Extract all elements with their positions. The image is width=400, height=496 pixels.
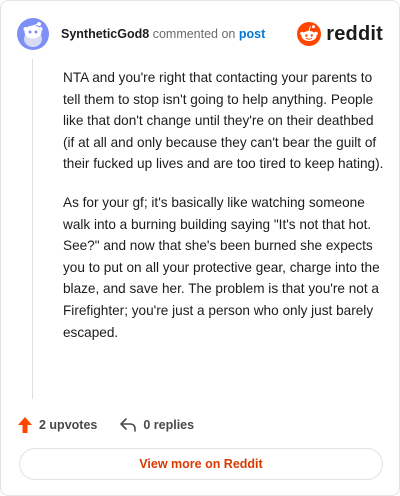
reddit-snoo-icon	[297, 22, 322, 46]
view-more-on-reddit-button[interactable]: View more on Reddit	[19, 448, 383, 480]
comment-body: NTA and you're right that contacting you…	[63, 67, 385, 360]
reddit-wordmark: reddit	[326, 22, 383, 45]
reply-arrow-icon	[120, 418, 137, 432]
comment-embed-card: SyntheticGod8 commented on post reddit N…	[0, 0, 400, 496]
replies-count: 0 replies	[143, 418, 195, 432]
comment-header: SyntheticGod8 commented on post reddit	[17, 18, 383, 50]
comment-byline: SyntheticGod8 commented on post	[61, 27, 265, 41]
author-name[interactable]: SyntheticGod8	[61, 27, 149, 41]
comment-paragraph: As for your gf; it's basically like watc…	[63, 194, 380, 340]
post-link[interactable]: post	[239, 27, 265, 41]
reddit-logo[interactable]: reddit	[297, 21, 383, 47]
comment-paragraph: NTA and you're right that contacting you…	[63, 70, 384, 172]
upvotes-count: 2 upvotes	[39, 418, 98, 432]
comment-footer: 2 upvotes 0 replies	[17, 414, 216, 436]
replies-button[interactable]: 0 replies	[119, 417, 194, 433]
upvotes-button[interactable]: 2 upvotes	[17, 416, 97, 434]
avatar-icon[interactable]	[17, 18, 49, 50]
commented-on-text: commented on	[152, 27, 236, 41]
upvote-arrow-icon	[18, 417, 32, 433]
thread-line	[32, 59, 33, 399]
